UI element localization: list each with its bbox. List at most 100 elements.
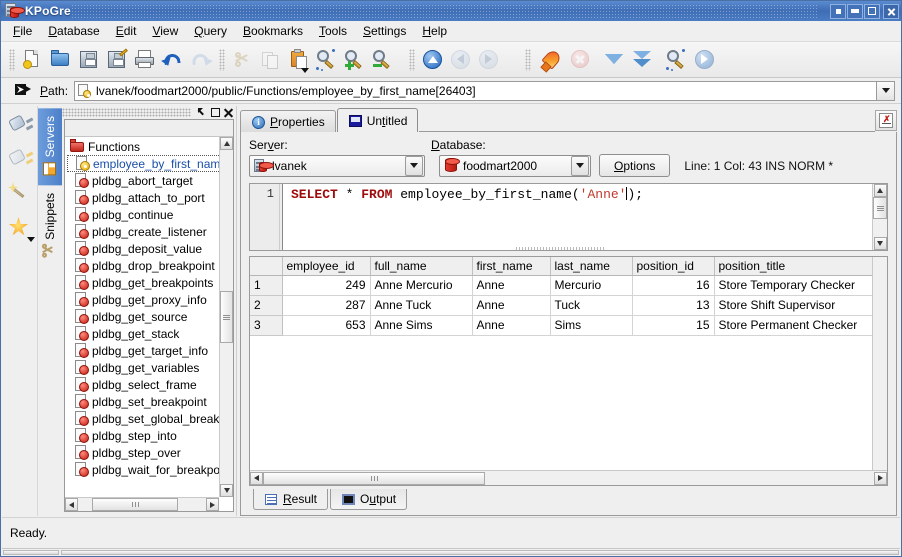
- tree-item-pldbg-step-over[interactable]: pldbg_step_over: [67, 444, 233, 461]
- stop-query-icon[interactable]: [567, 46, 595, 74]
- minimize-button[interactable]: [847, 4, 863, 19]
- cell-first-name[interactable]: Anne: [472, 315, 550, 335]
- database-combo[interactable]: foodmart2000: [439, 155, 591, 177]
- hscroll-thumb[interactable]: [263, 472, 485, 485]
- tree-item-pldbg-attach-to-port[interactable]: pldbg_attach_to_port: [67, 189, 233, 206]
- tree-viewport[interactable]: Functions employee_by_first_name pldbg_a…: [65, 137, 233, 497]
- sql-code[interactable]: SELECT * FROM employee_by_first_name('An…: [283, 184, 872, 250]
- col-last-name[interactable]: last_name: [550, 257, 632, 275]
- tree-item-pldbg-set-global-breakpoint[interactable]: pldbg_set_global_breakpoint: [67, 410, 233, 427]
- tree-horizontal-scrollbar[interactable]: [65, 497, 219, 511]
- table-row[interactable]: 3 653 Anne Sims Anne Sims 15 Store Perma…: [250, 315, 872, 335]
- col-position-title[interactable]: position_title: [714, 257, 872, 275]
- tree-item-pldbg-get-variables[interactable]: pldbg_get_variables: [67, 359, 233, 376]
- cell-employee-id[interactable]: 287: [282, 295, 370, 315]
- zoom-out-icon[interactable]: [369, 46, 397, 74]
- toolbar-grip-3[interactable]: [409, 49, 415, 71]
- cell-position-id[interactable]: 16: [632, 275, 714, 295]
- vtab-servers[interactable]: Servers: [38, 108, 62, 185]
- open-folder-icon[interactable]: [47, 46, 75, 74]
- database-combo-button[interactable]: [571, 156, 589, 176]
- connect-icon[interactable]: [8, 114, 32, 138]
- close-panel-button[interactable]: [223, 107, 234, 118]
- toolbar-grip-4[interactable]: [525, 49, 531, 71]
- new-icon[interactable]: [19, 46, 47, 74]
- result-vertical-scrollbar[interactable]: [872, 257, 887, 470]
- menu-view[interactable]: View: [144, 22, 186, 40]
- redo-icon[interactable]: [187, 46, 215, 74]
- cell-last-name[interactable]: Sims: [550, 315, 632, 335]
- table-row[interactable]: 2 287 Anne Tuck Anne Tuck 13 Store Shift…: [250, 295, 872, 315]
- tree-item-pldbg-get-proxy-info[interactable]: pldbg_get_proxy_info: [67, 291, 233, 308]
- close-tab-button[interactable]: ✗: [875, 110, 897, 131]
- cell-full-name[interactable]: Anne Tuck: [370, 295, 472, 315]
- tab-output[interactable]: Output: [330, 489, 407, 510]
- execute-query-icon[interactable]: [539, 46, 567, 74]
- menu-database[interactable]: Database: [40, 22, 107, 40]
- scroll-down-button[interactable]: [220, 484, 233, 497]
- go-up-icon[interactable]: [419, 46, 447, 74]
- tree-root-functions[interactable]: Functions: [67, 138, 233, 155]
- maximize-button[interactable]: [864, 4, 880, 19]
- tree-item-pldbg-deposit-value[interactable]: pldbg_deposit_value: [67, 240, 233, 257]
- tab-result[interactable]: Result: [253, 489, 328, 510]
- tree-item-pldbg-abort-target[interactable]: pldbg_abort_target: [67, 172, 233, 189]
- explain-query-icon[interactable]: [663, 46, 691, 74]
- scroll-thumb[interactable]: [873, 197, 887, 219]
- cell-full-name[interactable]: Anne Mercurio: [370, 275, 472, 295]
- go-forward-icon[interactable]: [475, 46, 503, 74]
- tree-item-pldbg-get-target-info[interactable]: pldbg_get_target_info: [67, 342, 233, 359]
- copy-icon[interactable]: [257, 46, 285, 74]
- toolbar-grip-2[interactable]: [219, 49, 225, 71]
- tree-item-pldbg-wait-for-breakpoint[interactable]: pldbg_wait_for_breakpoint: [67, 461, 233, 478]
- server-combo-button[interactable]: [405, 156, 423, 176]
- cell-last-name[interactable]: Mercurio: [550, 275, 632, 295]
- tree-item-pldbg-drop-breakpoint[interactable]: pldbg_drop_breakpoint: [67, 257, 233, 274]
- scroll-right-button[interactable]: [874, 472, 887, 485]
- tree-item-pldbg-get-source[interactable]: pldbg_get_source: [67, 308, 233, 325]
- server-combo[interactable]: lvanek: [249, 155, 425, 177]
- shade-button[interactable]: [830, 4, 846, 19]
- scroll-thumb[interactable]: [220, 291, 233, 343]
- cell-first-name[interactable]: Anne: [472, 295, 550, 315]
- menu-edit[interactable]: Edit: [108, 22, 145, 40]
- scroll-up-button[interactable]: [874, 184, 887, 197]
- menu-bookmarks[interactable]: Bookmarks: [235, 22, 311, 40]
- cell-position-title[interactable]: Store Permanent Checker: [714, 315, 872, 335]
- menu-tools[interactable]: Tools: [311, 22, 355, 40]
- editor-vertical-scrollbar[interactable]: [872, 184, 887, 250]
- menu-help[interactable]: Help: [414, 22, 455, 40]
- scroll-left-button[interactable]: [250, 472, 263, 485]
- editor-size-grip[interactable]: [250, 246, 872, 250]
- col-position-id[interactable]: position_id: [632, 257, 714, 275]
- scroll-right-button[interactable]: [206, 498, 219, 511]
- cell-position-id[interactable]: 13: [632, 295, 714, 315]
- tree-item-pldbg-set-breakpoint[interactable]: pldbg_set_breakpoint: [67, 393, 233, 410]
- path-input[interactable]: lvanek/foodmart2000/public/Functions/emp…: [74, 81, 876, 101]
- result-horizontal-scrollbar[interactable]: [250, 470, 887, 485]
- favorites-star-icon[interactable]: [8, 216, 32, 242]
- col-first-name[interactable]: first_name: [472, 257, 550, 275]
- step-icon[interactable]: [691, 46, 719, 74]
- zoom-find-icon[interactable]: [313, 46, 341, 74]
- undock-panel-button[interactable]: [210, 107, 221, 118]
- tree-item-pldbg-get-stack[interactable]: pldbg_get_stack: [67, 325, 233, 342]
- tree-item-pldbg-continue[interactable]: pldbg_continue: [67, 206, 233, 223]
- go-back-icon[interactable]: [447, 46, 475, 74]
- scroll-left-button[interactable]: [65, 498, 78, 511]
- scroll-up-button[interactable]: [220, 137, 233, 150]
- menu-query[interactable]: Query: [186, 22, 235, 40]
- tree-item-pldbg-create-listener[interactable]: pldbg_create_listener: [67, 223, 233, 240]
- toolbar-grip[interactable]: [9, 49, 15, 71]
- float-panel-button[interactable]: [197, 107, 208, 118]
- col-full-name[interactable]: full_name: [370, 257, 472, 275]
- cell-position-title[interactable]: Store Shift Supervisor: [714, 295, 872, 315]
- table-row[interactable]: 1 249 Anne Mercurio Anne Mercurio 16 Sto…: [250, 275, 872, 295]
- menu-file[interactable]: File: [5, 22, 40, 40]
- fetch-all-icon[interactable]: [629, 46, 657, 74]
- tree-item-pldbg-step-into[interactable]: pldbg_step_into: [67, 427, 233, 444]
- close-button[interactable]: [883, 4, 899, 19]
- wizard-wand-icon[interactable]: [8, 182, 32, 206]
- result-scroll-area[interactable]: employee_id full_name first_name last_na…: [250, 257, 872, 470]
- fetch-next-icon[interactable]: [601, 46, 629, 74]
